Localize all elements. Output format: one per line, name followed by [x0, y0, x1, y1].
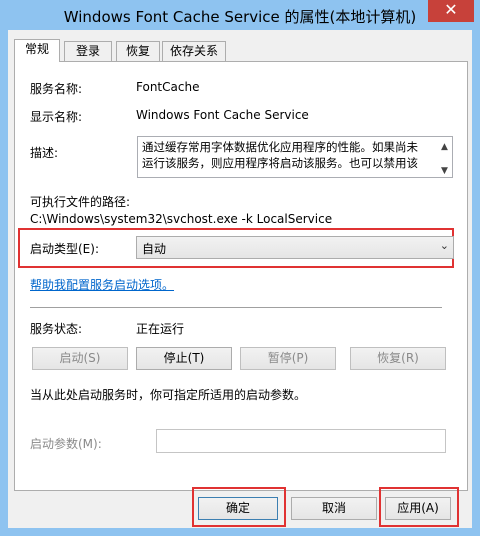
service-name-value: FontCache [136, 80, 200, 94]
description-line-1: 通过缓存常用字体数据优化应用程序的性能。如果尚未 [142, 140, 418, 154]
service-status-value: 正在运行 [136, 322, 185, 336]
window-title: Windows Font Cache Service 的属性(本地计算机) [63, 8, 417, 26]
close-button[interactable]: ✕ [428, 0, 474, 22]
separator [30, 307, 442, 308]
startup-type-label: 启动类型(E): [30, 242, 99, 256]
scroll-up-icon[interactable]: ▲ [441, 139, 448, 155]
display-name-label: 显示名称: [30, 110, 83, 124]
tab-logon[interactable]: 登录 [64, 41, 112, 61]
start-button[interactable]: 启动(S) [32, 347, 128, 370]
title-bar[interactable]: Windows Font Cache Service 的属性(本地计算机) ✕ [0, 0, 480, 30]
ok-button[interactable]: 确定 [198, 497, 278, 520]
tab-dependencies[interactable]: 依存关系 [162, 41, 226, 61]
tab-general[interactable]: 常规 [14, 39, 60, 62]
help-configure-link[interactable]: 帮助我配置服务启动选项。 [30, 276, 174, 293]
tab-recovery[interactable]: 恢复 [116, 41, 160, 61]
description-label: 描述: [30, 146, 59, 160]
resume-button[interactable]: 恢复(R) [350, 347, 446, 370]
startup-type-value: 自动 [142, 242, 167, 256]
start-params-label: 启动参数(M): [30, 437, 102, 451]
dialog-client: 常规 登录 恢复 依存关系 服务名称: FontCache 显示名称: Wind… [8, 30, 472, 528]
start-params-input[interactable] [156, 429, 446, 453]
exec-path-value: C:\Windows\system32\svchost.exe -k Local… [30, 212, 333, 226]
close-icon: ✕ [444, 0, 458, 19]
chevron-down-icon: ⌄ [439, 239, 449, 252]
stop-button[interactable]: 停止(T) [136, 347, 232, 370]
startup-type-dropdown[interactable]: 自动 ⌄ [136, 236, 454, 259]
service-status-label: 服务状态: [30, 322, 83, 336]
display-name-value: Windows Font Cache Service [136, 108, 309, 122]
start-params-hint: 当从此处启动服务时，你可指定所适用的启动参数。 [30, 388, 307, 402]
description-box[interactable]: 通过缓存常用字体数据优化应用程序的性能。如果尚未 运行该服务，则应用程序将启动该… [137, 136, 453, 178]
properties-window: Windows Font Cache Service 的属性(本地计算机) ✕ … [0, 0, 480, 536]
cancel-button[interactable]: 取消 [291, 497, 377, 520]
apply-button[interactable]: 应用(A) [385, 497, 451, 520]
scroll-down-icon[interactable]: ▼ [441, 163, 448, 177]
description-line-2: 运行该服务，则应用程序将启动该服务。也可以禁用该 [142, 156, 418, 170]
general-panel: 服务名称: FontCache 显示名称: Windows Font Cache… [14, 61, 468, 491]
exec-path-label: 可执行文件的路径: [30, 195, 131, 209]
description-scrollbar[interactable]: ▲ ▼ [437, 137, 452, 177]
pause-button[interactable]: 暂停(P) [240, 347, 336, 370]
service-name-label: 服务名称: [30, 82, 83, 96]
